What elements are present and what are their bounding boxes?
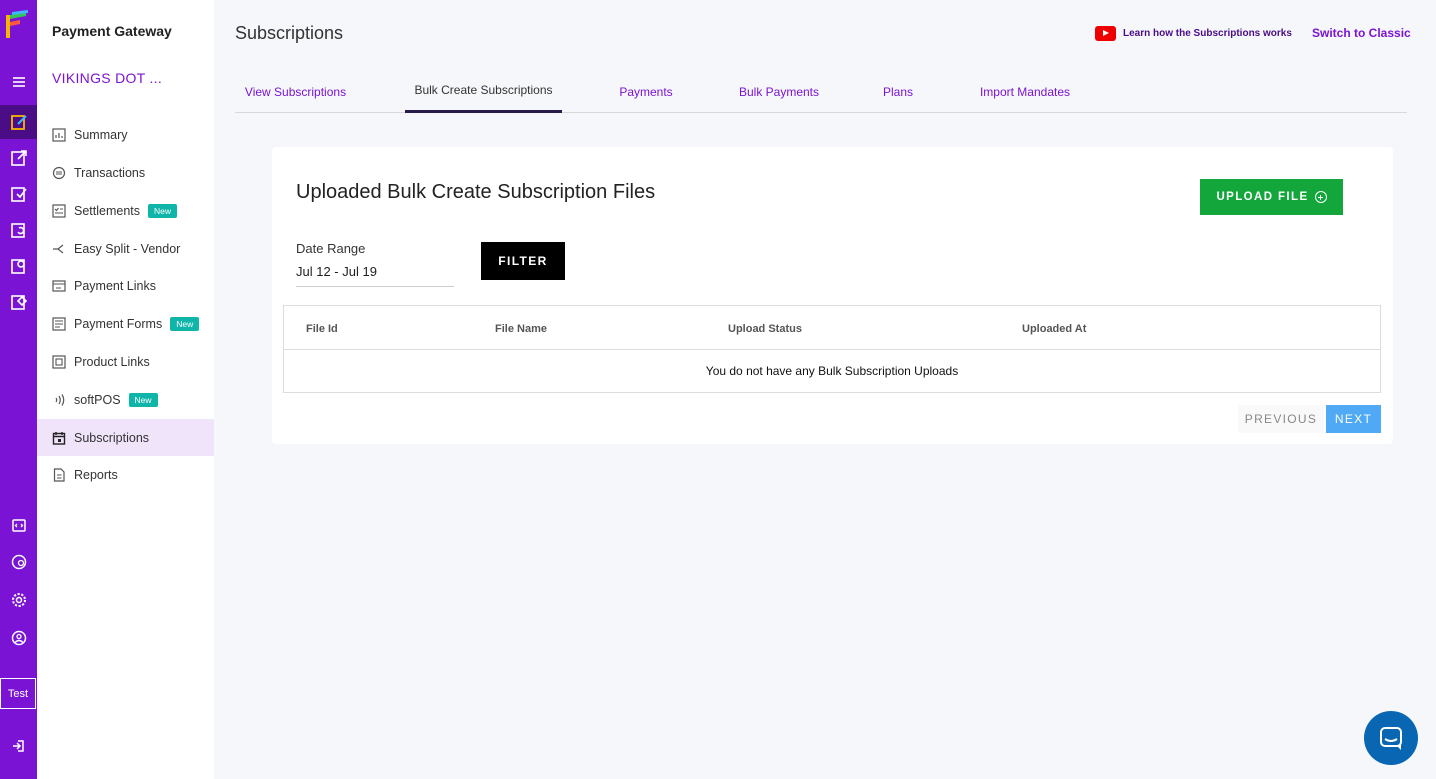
- payment-links-icon: [52, 279, 66, 293]
- date-range-field[interactable]: Jul 12 - Jul 19: [296, 264, 454, 287]
- bulk-files-card: Uploaded Bulk Create Subscription Files …: [272, 147, 1393, 444]
- sidebar-item-label: Easy Split - Vendor: [74, 241, 181, 256]
- subscriptions-rail-icon[interactable]: [0, 214, 37, 246]
- sidebar-item-reports[interactable]: Reports: [37, 456, 214, 493]
- bar-chart-icon: [52, 127, 66, 142]
- date-range-label: Date Range: [296, 241, 366, 256]
- product-links-icon: [52, 354, 66, 369]
- sidebar-item-label: Settlements: [74, 203, 141, 218]
- uploads-table: File Id File Name Upload Status Uploaded…: [283, 305, 1381, 393]
- tab-plans[interactable]: Plans: [878, 70, 918, 113]
- verification-icon[interactable]: [0, 178, 37, 210]
- column-header-file-id[interactable]: File Id: [306, 323, 338, 335]
- payment-forms-icon: [52, 316, 66, 331]
- sidebar-item-summary[interactable]: Summary: [37, 116, 214, 153]
- chat-launcher-button[interactable]: [1364, 711, 1418, 765]
- youtube-icon[interactable]: [1095, 26, 1116, 41]
- next-page-button[interactable]: NEXT: [1326, 405, 1381, 433]
- softpos-icon: [52, 393, 66, 407]
- upload-file-label: UPLOAD FILE: [1216, 191, 1309, 203]
- main-content: Subscriptions Learn how the Subscription…: [214, 0, 1436, 779]
- column-header-file-name[interactable]: File Name: [495, 323, 547, 335]
- tab-bulk-payments[interactable]: Bulk Payments: [735, 70, 823, 113]
- previous-page-button[interactable]: PREVIOUS: [1238, 405, 1324, 433]
- learn-link[interactable]: Learn how the Subscriptions works: [1123, 28, 1292, 39]
- sidebar-item-product-links[interactable]: Product Links: [37, 343, 214, 380]
- gear-icon[interactable]: [0, 584, 37, 616]
- product-title: Payment Gateway: [52, 23, 172, 39]
- sidebar-item-label: Payment Links: [74, 278, 156, 293]
- sidebar-item-label: Reports: [74, 467, 118, 482]
- new-badge: New: [128, 392, 158, 407]
- document-icon: [52, 467, 66, 482]
- sidebar-item-label: softPOS: [74, 392, 121, 407]
- menu-icon[interactable]: [0, 66, 37, 98]
- payment-gateway-icon[interactable]: [0, 105, 37, 139]
- profile-icon[interactable]: [0, 622, 37, 654]
- split-icon: [52, 242, 66, 256]
- switch-to-classic-link[interactable]: Switch to Classic: [1312, 26, 1411, 40]
- new-badge: New: [148, 203, 178, 218]
- settlements-icon: [52, 203, 66, 218]
- sidebar-item-label: Summary: [74, 127, 128, 142]
- sidebar-item-payment-links[interactable]: Payment Links: [37, 267, 214, 304]
- payouts-icon[interactable]: [0, 142, 37, 174]
- filter-button[interactable]: FILTER: [481, 242, 565, 280]
- sidebar-item-transactions[interactable]: Transactions: [37, 154, 214, 191]
- plus-circle-icon: [1314, 191, 1327, 203]
- sidebar-item-settlements[interactable]: Settlements New: [37, 192, 214, 229]
- logout-icon[interactable]: [0, 730, 37, 762]
- column-header-upload-status[interactable]: Upload Status: [728, 323, 802, 335]
- sidebar-item-label: Product Links: [74, 354, 150, 369]
- sidebar-item-payment-forms[interactable]: Payment Forms New: [37, 305, 214, 342]
- tab-import-mandates[interactable]: Import Mandates: [974, 70, 1076, 113]
- test-mode-toggle[interactable]: Test: [0, 678, 36, 709]
- sidebar-item-subscriptions[interactable]: Subscriptions: [37, 419, 214, 456]
- tab-bulk-create-subscriptions[interactable]: Bulk Create Subscriptions: [405, 70, 562, 113]
- developers-icon[interactable]: [0, 509, 37, 541]
- sidebar-item-softpos[interactable]: softPOS New: [37, 381, 214, 418]
- tab-payments[interactable]: Payments: [615, 70, 677, 113]
- sidebar-item-easy-split[interactable]: Easy Split - Vendor: [37, 230, 214, 267]
- column-header-uploaded-at[interactable]: Uploaded At: [1022, 323, 1086, 335]
- sidebar-item-label: Subscriptions: [74, 430, 150, 445]
- help-icon[interactable]: [0, 546, 37, 578]
- sidebar-item-label: Transactions: [74, 165, 146, 180]
- app-rail: Test: [0, 0, 37, 779]
- new-badge: New: [170, 316, 200, 331]
- page-title: Subscriptions: [235, 23, 344, 43]
- upload-file-button[interactable]: UPLOAD FILE: [1200, 179, 1343, 215]
- secure-id-icon[interactable]: [0, 286, 37, 318]
- tab-view-subscriptions[interactable]: View Subscriptions: [235, 70, 356, 113]
- sidebar: Payment Gateway VIKINGS DOT ... Summary …: [37, 0, 214, 779]
- tab-bar: View Subscriptions Bulk Create Subscript…: [235, 70, 1407, 113]
- transactions-icon: [52, 166, 66, 180]
- brand-logo-icon[interactable]: [6, 10, 30, 38]
- auto-collect-icon[interactable]: [0, 250, 37, 282]
- sidebar-item-label: Payment Forms: [74, 316, 163, 331]
- chat-icon: [1380, 727, 1402, 750]
- empty-table-message: You do not have any Bulk Subscription Up…: [705, 364, 959, 378]
- calendar-icon: [52, 431, 66, 445]
- table-header: File Id File Name Upload Status Uploaded…: [284, 306, 1380, 350]
- card-title: Uploaded Bulk Create Subscription Files: [296, 181, 656, 203]
- merchant-name[interactable]: VIKINGS DOT ...: [52, 70, 162, 86]
